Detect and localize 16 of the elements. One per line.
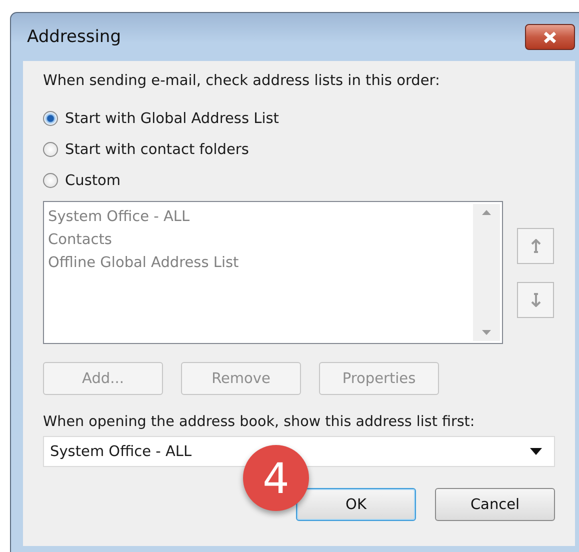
move-down-button[interactable] (517, 282, 554, 318)
close-button[interactable] (525, 24, 575, 50)
radio-option[interactable]: Custom (43, 169, 575, 192)
first-list-label: When opening the address book, show this address list first: (43, 414, 476, 430)
close-icon (542, 30, 558, 44)
arrow-up-icon (530, 239, 540, 253)
move-up-button[interactable] (517, 228, 554, 264)
window-title: Addressing (27, 27, 121, 47)
dialog-button[interactable]: Cancel (435, 488, 555, 521)
dropdown-caret-icon (530, 448, 542, 455)
radio-option[interactable]: Start with contact folders (43, 138, 575, 161)
scroll-bar[interactable] (473, 204, 500, 341)
prompt-text: When sending e-mail, check address lists in this order: (43, 73, 441, 89)
dialog-button[interactable]: OK (296, 488, 416, 521)
arrow-down-icon (530, 293, 540, 307)
radio-option[interactable]: Start with Global Address List (43, 107, 575, 130)
